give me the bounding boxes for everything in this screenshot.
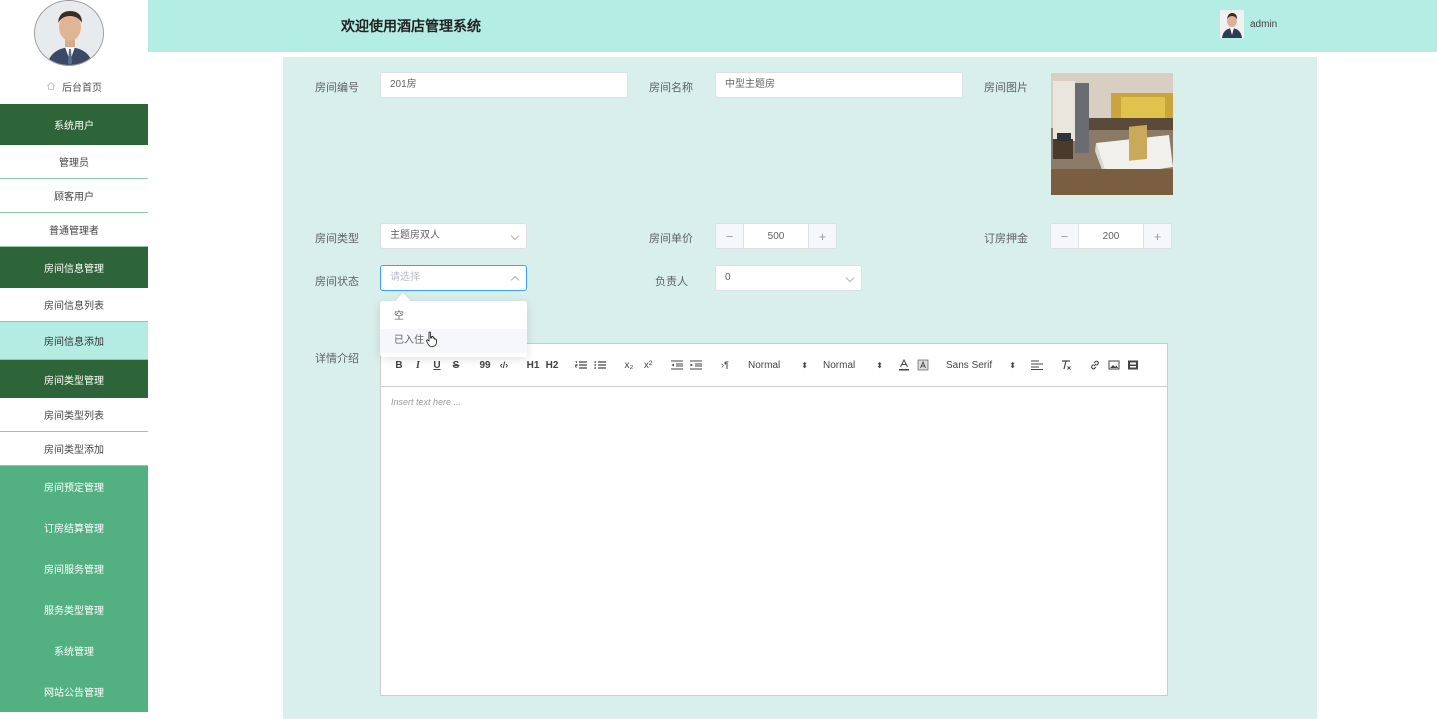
sidebar-item-booking[interactable]: 房间预定管理 (0, 466, 148, 507)
background-color-icon[interactable] (915, 357, 931, 373)
bold-button[interactable]: B (391, 357, 407, 373)
deposit-value[interactable]: 200 (1079, 224, 1143, 248)
sidebar-item-settlement[interactable]: 订房结算管理 (0, 507, 148, 548)
underline-button[interactable]: U (429, 357, 445, 373)
user-menu[interactable]: admin (1220, 10, 1277, 38)
home-icon (46, 81, 56, 90)
updown-icon: ⬍ (876, 360, 883, 370)
sidebar-group-room-info[interactable]: 房间信息管理 (0, 247, 148, 288)
outdent-icon[interactable] (669, 357, 685, 373)
link-icon[interactable] (1087, 357, 1103, 373)
italic-button[interactable]: I (410, 357, 426, 373)
header-select[interactable]: Normal ⬍ (823, 357, 883, 373)
status-option-empty[interactable]: 空 (380, 305, 527, 329)
subscript-button[interactable]: x₂ (621, 357, 637, 373)
header-select-value: Normal (823, 359, 856, 371)
room-status-placeholder: 请选择 (390, 272, 420, 283)
unit-price-stepper[interactable]: − 500 + (715, 223, 837, 249)
updown-icon: ⬍ (1009, 360, 1016, 370)
sidebar-item-label: 后台首页 (62, 82, 102, 94)
size-select-value: Normal (748, 359, 781, 371)
sidebar-item-system[interactable]: 系统管理 (0, 630, 148, 671)
indent-icon[interactable] (688, 357, 704, 373)
room-status-label: 房间状态 (315, 276, 359, 288)
room-image-upload[interactable] (1051, 73, 1173, 195)
unit-price-value[interactable]: 500 (744, 224, 808, 248)
sidebar-item-room-type-list[interactable]: 房间类型列表 (0, 398, 148, 432)
avatar (34, 0, 104, 66)
deposit-label: 订房押金 (984, 233, 1028, 245)
sidebar-item-service-type[interactable]: 服务类型管理 (0, 589, 148, 630)
sidebar-item-managers[interactable]: 普通管理者 (0, 213, 148, 247)
user-name: admin (1250, 18, 1278, 30)
deposit-decrease-button[interactable]: − (1051, 224, 1079, 248)
deposit-increase-button[interactable]: + (1143, 224, 1171, 248)
room-photo-image (1051, 73, 1173, 195)
room-type-select[interactable]: 主题房双人 (380, 223, 527, 249)
sidebar-group-room-type[interactable]: 房间类型管理 (0, 360, 148, 398)
superscript-button[interactable]: x² (640, 357, 656, 373)
text-direction-button[interactable]: ›¶ (717, 357, 733, 373)
form-panel: 房间编号 201房 房间名称 中型主题房 房间图片 房间类型 主题房双人 房间单… (283, 57, 1317, 719)
sidebar-item-announcement[interactable]: 网站公告管理 (0, 671, 148, 712)
unit-price-decrease-button[interactable]: − (716, 224, 744, 248)
video-icon[interactable] (1125, 357, 1141, 373)
align-icon[interactable] (1029, 357, 1045, 373)
ordered-list-icon[interactable] (573, 357, 589, 373)
sidebar-item-room-type-add[interactable]: 房间类型添加 (0, 432, 148, 466)
room-no-input[interactable]: 201房 (380, 72, 628, 98)
room-image-label: 房间图片 (984, 82, 1028, 94)
updown-icon: ⬍ (801, 360, 808, 370)
image-icon[interactable] (1106, 357, 1122, 373)
unit-price-increase-button[interactable]: + (808, 224, 836, 248)
owner-select[interactable]: 0 (715, 265, 862, 291)
deposit-stepper[interactable]: − 200 + (1050, 223, 1172, 249)
room-no-label: 房间编号 (315, 82, 359, 94)
chevron-up-icon (510, 275, 520, 285)
strike-button[interactable]: S (448, 357, 464, 373)
sidebar-group-system-users[interactable]: 系统用户 (0, 104, 148, 145)
detail-label: 详情介绍 (315, 353, 359, 365)
code-block-button[interactable]: ‹/› (496, 357, 512, 373)
font-select[interactable]: Sans Serif ⬍ (946, 357, 1016, 373)
room-type-label: 房间类型 (315, 233, 359, 245)
font-select-value: Sans Serif (946, 359, 993, 371)
header-1-button[interactable]: H1 (525, 357, 541, 373)
owner-label: 负责人 (655, 276, 688, 288)
chevron-down-icon (845, 273, 855, 283)
room-type-value: 主题房双人 (390, 230, 440, 241)
header: 欢迎使用酒店管理系统 admin (148, 0, 1437, 52)
user-avatar (1220, 10, 1244, 38)
size-select[interactable]: Normal ⬍ (748, 357, 808, 373)
bullet-list-icon[interactable] (592, 357, 608, 373)
chevron-down-icon (510, 231, 520, 241)
avatar-area (0, 0, 148, 68)
room-name-label: 房间名称 (649, 82, 693, 94)
rich-text-editor[interactable]: B I U S 99 ‹/› H1 H2 x₂ x² ›¶ Normal ⬍ N… (380, 343, 1168, 696)
owner-value: 0 (725, 272, 731, 283)
sidebar-item-room-add[interactable]: 房间信息添加 (0, 322, 148, 360)
text-color-icon[interactable] (896, 357, 912, 373)
blockquote-button[interactable]: 99 (477, 357, 493, 373)
sidebar-item-room-service[interactable]: 房间服务管理 (0, 548, 148, 589)
sidebar: 后台首页 系统用户 管理员 顾客用户 普通管理者 房间信息管理 房间信息列表 房… (0, 0, 148, 719)
room-name-input[interactable]: 中型主题房 (715, 72, 963, 98)
editor-content[interactable]: Insert text here ... (381, 387, 1167, 417)
sidebar-item-admin[interactable]: 管理员 (0, 145, 148, 179)
room-status-dropdown: 空 已入住 (380, 292, 527, 357)
status-option-occupied[interactable]: 已入住 (380, 329, 527, 353)
unit-price-label: 房间单价 (649, 233, 693, 245)
sidebar-item-customers[interactable]: 顾客用户 (0, 179, 148, 213)
page-title: 欢迎使用酒店管理系统 (341, 18, 481, 34)
clear-format-icon[interactable] (1058, 357, 1074, 373)
hand-cursor-icon (426, 331, 437, 347)
sidebar-item-room-list[interactable]: 房间信息列表 (0, 288, 148, 322)
sidebar-item-home[interactable]: 后台首页 (0, 68, 148, 104)
room-status-select[interactable]: 请选择 (380, 265, 527, 291)
header-2-button[interactable]: H2 (544, 357, 560, 373)
